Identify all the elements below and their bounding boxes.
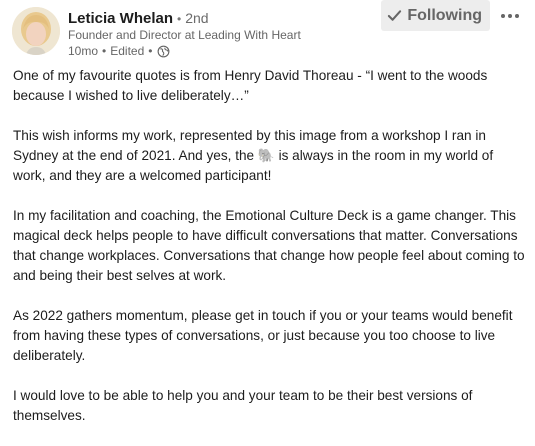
avatar-photo: [12, 7, 60, 55]
feed-post: Leticia Whelan • 2nd Founder and Director …: [0, 0, 535, 435]
edited-label: Edited: [110, 44, 145, 58]
degree-separator: •: [177, 12, 182, 26]
post-paragraph-2: This wish informs my work, represented b…: [13, 126, 525, 186]
post-meta: 10mo • Edited •: [68, 44, 170, 59]
check-icon: [388, 10, 402, 21]
author-name[interactable]: Leticia Whelan: [68, 10, 173, 27]
author-headline: Founder and Director at Leading With Hea…: [68, 28, 301, 42]
more-dot: [515, 14, 519, 18]
following-button[interactable]: Following: [381, 0, 490, 31]
post-paragraph-5: I would love to be able to help you and …: [13, 388, 473, 423]
meta-separator: •: [148, 44, 153, 58]
post-paragraph-3: In my facilitation and coaching, the Emo…: [13, 208, 525, 283]
more-dot: [508, 14, 512, 18]
post-body: One of my favourite quotes is from Henry…: [13, 66, 525, 446]
post-paragraph-4: As 2022 gathers momentum, please get in …: [13, 308, 513, 363]
meta-separator: •: [102, 44, 107, 58]
more-options-button[interactable]: [497, 4, 523, 28]
following-label: Following: [407, 6, 482, 24]
post-header: Leticia Whelan • 2nd Founder and Director …: [12, 0, 523, 62]
post-paragraph-1: One of my favourite quotes is from Henry…: [13, 68, 488, 103]
connection-degree: 2nd: [185, 10, 209, 26]
avatar[interactable]: [12, 7, 60, 55]
post-time: 10mo: [68, 44, 99, 58]
more-horizontal-icon: [501, 14, 505, 18]
globe-icon: [158, 45, 170, 58]
author-line: Leticia Whelan • 2nd: [68, 9, 209, 28]
elephant-emoji: 🐘: [257, 148, 275, 164]
